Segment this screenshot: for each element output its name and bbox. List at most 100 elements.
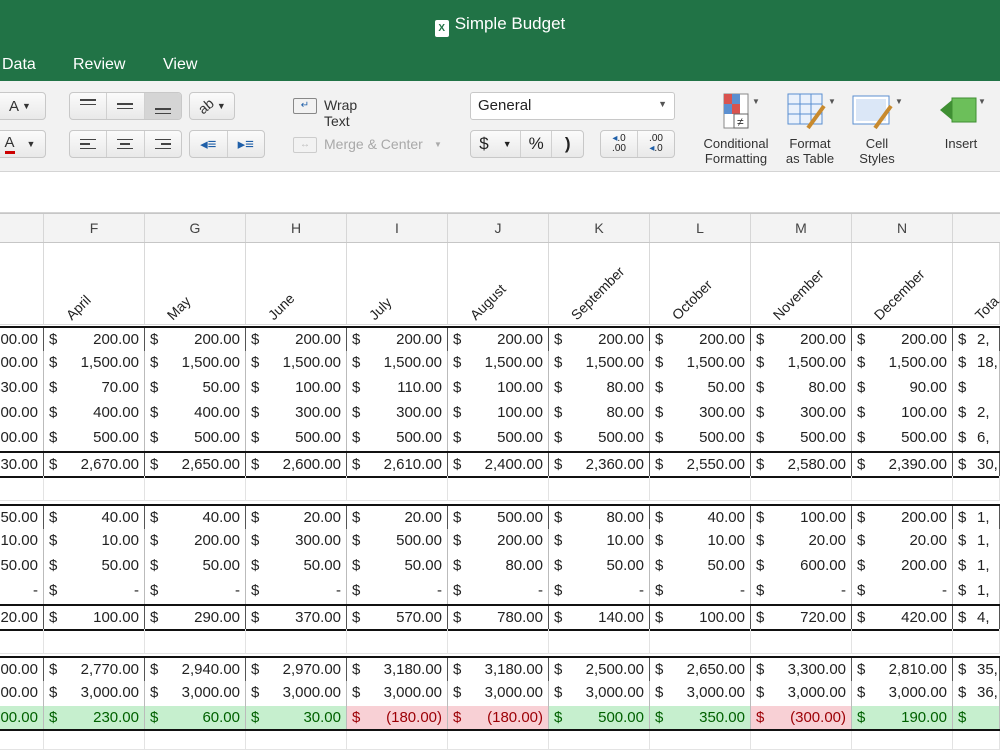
grid-cell[interactable]: $2,360.00 (549, 453, 650, 476)
grid-cell[interactable]: $110.00 (347, 376, 448, 401)
decrease-decimal-button[interactable]: .00 ◂.0 (638, 131, 674, 157)
grid-cell[interactable]: $ (953, 376, 1000, 401)
grid-cell[interactable]: $100.00 (448, 401, 549, 426)
grid-cell[interactable]: 00.00 (0, 351, 44, 376)
grid-cell[interactable]: $10.00 (650, 529, 751, 554)
month-header-cell[interactable]: May (145, 243, 246, 325)
grid-cell[interactable]: 20.00 (0, 606, 44, 629)
grid-cell[interactable]: $290.00 (145, 606, 246, 629)
grid-cell[interactable]: $500.00 (549, 426, 650, 451)
grid-cell[interactable]: $50.00 (246, 554, 347, 579)
grid-cell[interactable]: 00.00 (0, 426, 44, 451)
grid-cell[interactable] (751, 476, 852, 500)
grid-cell[interactable]: $300.00 (347, 401, 448, 426)
grid-cell[interactable] (852, 629, 953, 653)
grid-cell[interactable]: $40.00 (145, 506, 246, 529)
grid-cell[interactable]: $50.00 (549, 554, 650, 579)
grid-cell[interactable] (549, 731, 650, 749)
column-header-m[interactable]: M (751, 214, 852, 242)
grid-cell[interactable]: $100.00 (650, 606, 751, 629)
grid-cell[interactable]: $200.00 (852, 328, 953, 351)
align-right-button[interactable] (145, 131, 181, 157)
month-header-cell[interactable]: October (650, 243, 751, 325)
grid-cell[interactable]: $190.00 (852, 706, 953, 729)
grid-cell[interactable]: $500.00 (852, 426, 953, 451)
grid-cell[interactable]: 00.00 (0, 401, 44, 426)
grid-cell[interactable]: $1,500.00 (246, 351, 347, 376)
grid-cell[interactable]: $6, (953, 426, 1000, 451)
grid-cell[interactable]: $1,500.00 (44, 351, 145, 376)
grid-cell[interactable]: $500.00 (347, 426, 448, 451)
grid-cell[interactable]: $500.00 (246, 426, 347, 451)
grid-cell[interactable]: $200.00 (145, 529, 246, 554)
grid-cell[interactable]: $2,670.00 (44, 453, 145, 476)
grid-cell[interactable]: $500.00 (448, 506, 549, 529)
grid-cell[interactable]: 10.00 (0, 529, 44, 554)
grid-cell[interactable]: $1,500.00 (448, 351, 549, 376)
percent-button[interactable]: % (521, 131, 553, 157)
increase-indent-button[interactable]: ▸≡ (228, 131, 265, 157)
grid-cell[interactable]: $1, (953, 554, 1000, 579)
grid-cell[interactable]: $10.00 (549, 529, 650, 554)
column-header-n[interactable]: N (852, 214, 953, 242)
grid-cell[interactable]: $ (953, 706, 1000, 729)
grid-cell[interactable]: 00.00 (0, 328, 44, 351)
month-header-cell[interactable]: August (448, 243, 549, 325)
grid-cell[interactable]: 30.00 (0, 376, 44, 401)
month-header-cell[interactable]: April (44, 243, 145, 325)
column-header-l[interactable]: L (650, 214, 751, 242)
grid-cell[interactable] (145, 731, 246, 749)
conditional-formatting-button[interactable]: ≠ ▼ Conditional Formatting (698, 92, 774, 166)
grid-cell[interactable]: $140.00 (549, 606, 650, 629)
grid-cell[interactable]: $90.00 (852, 376, 953, 401)
grid-cell[interactable] (953, 629, 1000, 653)
month-header-cell[interactable]: September (549, 243, 650, 325)
grid-cell[interactable]: 00.00 (0, 658, 44, 681)
grid-cell[interactable]: $10.00 (44, 529, 145, 554)
grid-cell[interactable] (448, 731, 549, 749)
grid-cell[interactable]: $400.00 (145, 401, 246, 426)
grid-cell[interactable] (246, 731, 347, 749)
tab-review[interactable]: Review (73, 56, 125, 74)
grid-cell[interactable]: $3,000.00 (852, 681, 953, 706)
grid-cell[interactable] (0, 629, 44, 653)
align-top-button[interactable] (70, 93, 108, 119)
grid-cell[interactable]: $300.00 (246, 401, 347, 426)
grid-cell[interactable] (852, 476, 953, 500)
grid-cell[interactable] (44, 731, 145, 749)
grid-cell[interactable]: $3,000.00 (650, 681, 751, 706)
grid-cell[interactable]: $50.00 (650, 376, 751, 401)
grid-cell[interactable]: $80.00 (448, 554, 549, 579)
grid-cell[interactable]: 00.00 (0, 706, 44, 729)
grid-cell[interactable]: $500.00 (448, 426, 549, 451)
grid-cell[interactable]: $ (180.00) (347, 706, 448, 729)
grid-cell[interactable]: $30.00 (246, 706, 347, 729)
grid-cell[interactable]: $500.00 (549, 706, 650, 729)
grid-cell[interactable]: $200.00 (751, 328, 852, 351)
grid-cell[interactable]: $36, (953, 681, 1000, 706)
formula-bar[interactable] (0, 172, 1000, 213)
column-header-j[interactable]: J (448, 214, 549, 242)
column-header-h[interactable]: H (246, 214, 347, 242)
grid-cell[interactable]: $300.00 (246, 529, 347, 554)
grid-cell[interactable]: $100.00 (751, 506, 852, 529)
grid-cell[interactable] (751, 731, 852, 749)
grid-cell[interactable]: $30, (953, 453, 1000, 476)
grid-cell[interactable]: $2,940.00 (145, 658, 246, 681)
grid-cell[interactable]: 00.00 (0, 681, 44, 706)
grid-cell[interactable] (347, 629, 448, 653)
grid-cell[interactable]: $720.00 (751, 606, 852, 629)
align-bottom-button[interactable] (144, 93, 181, 119)
grid-cell[interactable] (145, 629, 246, 653)
grid-cell[interactable]: $420.00 (852, 606, 953, 629)
grid-cell[interactable]: $500.00 (751, 426, 852, 451)
column-header-i[interactable]: I (347, 214, 448, 242)
grid-cell[interactable]: $ - (145, 579, 246, 604)
grid-cell[interactable]: $780.00 (448, 606, 549, 629)
grid-cell[interactable]: $300.00 (751, 401, 852, 426)
grid-cell[interactable]: $100.00 (44, 606, 145, 629)
grid-cell[interactable] (650, 731, 751, 749)
grid-cell[interactable] (953, 476, 1000, 500)
grid-cell[interactable]: $500.00 (347, 529, 448, 554)
grid-cell[interactable]: $ - (751, 579, 852, 604)
